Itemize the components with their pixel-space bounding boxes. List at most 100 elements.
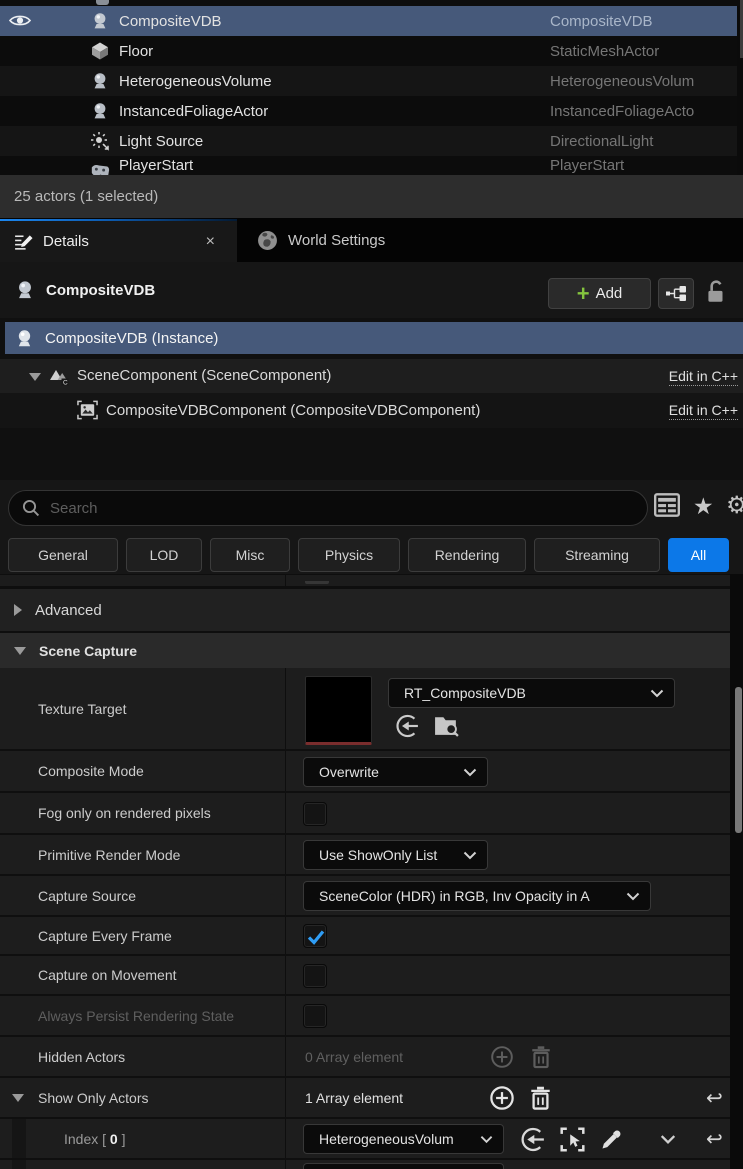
edit-in-cpp-link[interactable]: Edit in C++: [669, 402, 738, 420]
array-count: 1 Array element: [305, 1090, 403, 1106]
array-element-dropdown[interactable]: HeterogeneousVolum: [303, 1124, 504, 1154]
dropdown-value: Use ShowOnly List: [319, 847, 457, 863]
capture-every-frame-checkbox[interactable]: [303, 924, 327, 948]
column-splitter[interactable]: [285, 996, 286, 1035]
section-advanced[interactable]: Advanced: [0, 589, 730, 631]
clipped-property-row: [0, 1160, 730, 1169]
details-search-toolbar: ★ ⚙: [0, 480, 743, 534]
chevron-down-icon[interactable]: [29, 373, 41, 381]
chevron-down-icon[interactable]: [660, 1134, 676, 1145]
outliner-row-lightsource[interactable]: Light Source DirectionalLight: [0, 126, 737, 156]
selected-actor-title: CompositeVDB: [46, 282, 155, 299]
column-splitter[interactable]: [285, 835, 286, 874]
filter-general[interactable]: General: [8, 538, 118, 572]
chevron-down-icon: [463, 768, 477, 777]
section-scene-capture[interactable]: Scene Capture: [0, 633, 730, 668]
visibility-eye-icon[interactable]: [8, 12, 32, 29]
capture-on-movement-checkbox[interactable]: [303, 964, 327, 988]
filter-rendering[interactable]: Rendering: [408, 538, 526, 572]
column-splitter[interactable]: [285, 751, 286, 791]
property-label: Index [ 0 ]: [64, 1131, 126, 1147]
use-selected-asset-icon[interactable]: [395, 714, 419, 738]
chevron-right-icon[interactable]: [14, 604, 22, 616]
add-element-icon[interactable]: [489, 1085, 515, 1111]
actor-type: InstancedFoliageActo: [550, 103, 737, 120]
clipped-icon: [96, 0, 109, 5]
tab-details[interactable]: Details ×: [0, 219, 237, 262]
column-splitter[interactable]: [285, 668, 286, 749]
column-splitter[interactable]: [285, 956, 286, 994]
column-splitter[interactable]: [285, 1078, 286, 1117]
dropdown-value: SceneColor (HDR) in RGB, Inv Opacity in …: [319, 888, 620, 904]
property-row-capture-source: Capture Source SceneColor (HDR) in RGB, …: [0, 876, 730, 917]
filter-all[interactable]: All: [668, 538, 729, 572]
property-label: Capture on Movement: [38, 967, 177, 983]
component-row-scenecomponent[interactable]: C SceneComponent (SceneComponent) Edit i…: [0, 359, 743, 393]
actor-label: HeterogeneousVolume: [119, 73, 272, 90]
lock-open-icon[interactable]: [705, 279, 727, 305]
chevron-down-icon[interactable]: [14, 647, 26, 655]
filter-lod[interactable]: LOD: [126, 538, 202, 572]
details-icon: [13, 231, 34, 252]
outliner-row-heterogeneousvolume[interactable]: HeterogeneousVolume HeterogeneousVolum: [0, 66, 737, 96]
capture-source-dropdown[interactable]: SceneColor (HDR) in RGB, Inv Opacity in …: [303, 881, 651, 911]
outliner-row-playerstart[interactable]: PlayerStart PlayerStart: [0, 156, 737, 175]
filter-streaming[interactable]: Streaming: [534, 538, 660, 572]
property-row-hidden-actors: Hidden Actors 0 Array element: [0, 1037, 730, 1078]
chevron-down-icon[interactable]: [12, 1094, 24, 1102]
add-component-button[interactable]: + Add: [548, 278, 651, 309]
fog-only-checkbox[interactable]: [303, 802, 327, 826]
dropdown-value: RT_CompositeVDB: [404, 685, 644, 701]
composite-mode-dropdown[interactable]: Overwrite: [303, 757, 488, 787]
outliner-row-instancedfoliageactor[interactable]: InstancedFoliageActor InstancedFoliageAc…: [0, 96, 737, 126]
primitive-render-mode-dropdown[interactable]: Use ShowOnly List: [303, 840, 488, 870]
component-row-compositevdbcomponent[interactable]: CompositeVDBComponent (CompositeVDBCompo…: [0, 393, 743, 428]
filter-misc[interactable]: Misc: [210, 538, 290, 572]
texture-thumbnail[interactable]: [305, 676, 372, 745]
component-label: CompositeVDB (Instance): [45, 330, 218, 347]
column-splitter[interactable]: [285, 575, 286, 586]
tab-details-label: Details: [43, 233, 89, 250]
column-splitter[interactable]: [285, 793, 286, 833]
outliner-row-compositevdb[interactable]: CompositeVDB CompositeVDB: [0, 6, 737, 36]
property-label: Texture Target: [38, 701, 126, 717]
reset-to-default-icon[interactable]: ↩: [706, 1126, 723, 1151]
property-label: Capture Source: [38, 888, 136, 904]
tab-world-settings[interactable]: World Settings: [245, 219, 385, 262]
close-icon[interactable]: ×: [206, 233, 215, 251]
filter-physics[interactable]: Physics: [298, 538, 400, 572]
display-options-icon[interactable]: [654, 493, 680, 517]
blueprint-hierarchy-button[interactable]: [658, 278, 694, 309]
actor-type: HeterogeneousVolum: [550, 73, 737, 90]
column-splitter[interactable]: [285, 876, 286, 915]
column-splitter[interactable]: [285, 1119, 286, 1158]
actor-count-status: 25 actors (1 selected): [14, 188, 158, 205]
browse-to-asset-icon[interactable]: [433, 713, 460, 738]
section-label: Advanced: [35, 602, 102, 619]
chevron-down-icon: [480, 1135, 493, 1144]
favorites-star-icon[interactable]: ★: [693, 493, 714, 519]
component-row-instance[interactable]: CompositeVDB (Instance): [5, 322, 743, 354]
texture-target-dropdown[interactable]: RT_CompositeVDB: [388, 678, 675, 708]
clear-array-icon[interactable]: [529, 1085, 552, 1111]
gear-icon[interactable]: ⚙: [726, 493, 743, 519]
reset-to-default-icon[interactable]: ↩: [706, 1085, 723, 1110]
outliner-row-floor[interactable]: Floor StaticMeshActor: [0, 36, 737, 66]
scrollbar-track[interactable]: [730, 574, 743, 1169]
camera-icon: [90, 101, 110, 121]
search-input[interactable]: [50, 500, 633, 517]
search-box[interactable]: [8, 490, 648, 526]
edit-in-cpp-link[interactable]: Edit in C++: [669, 368, 738, 386]
pick-actor-icon[interactable]: [560, 1127, 585, 1152]
eyedropper-icon[interactable]: [600, 1126, 625, 1151]
column-splitter[interactable]: [285, 1037, 286, 1076]
clipped-dropdown: [303, 1163, 504, 1169]
column-splitter[interactable]: [285, 917, 286, 954]
array-count: 0 Array element: [305, 1049, 403, 1065]
property-row-composite-mode: Composite Mode Overwrite: [0, 751, 730, 793]
column-splitter[interactable]: [285, 1160, 286, 1169]
actor-type: CompositeVDB: [550, 13, 737, 30]
property-label: Show Only Actors: [38, 1090, 149, 1106]
use-selected-asset-icon[interactable]: [520, 1127, 545, 1152]
scrollbar-thumb[interactable]: [735, 687, 742, 833]
